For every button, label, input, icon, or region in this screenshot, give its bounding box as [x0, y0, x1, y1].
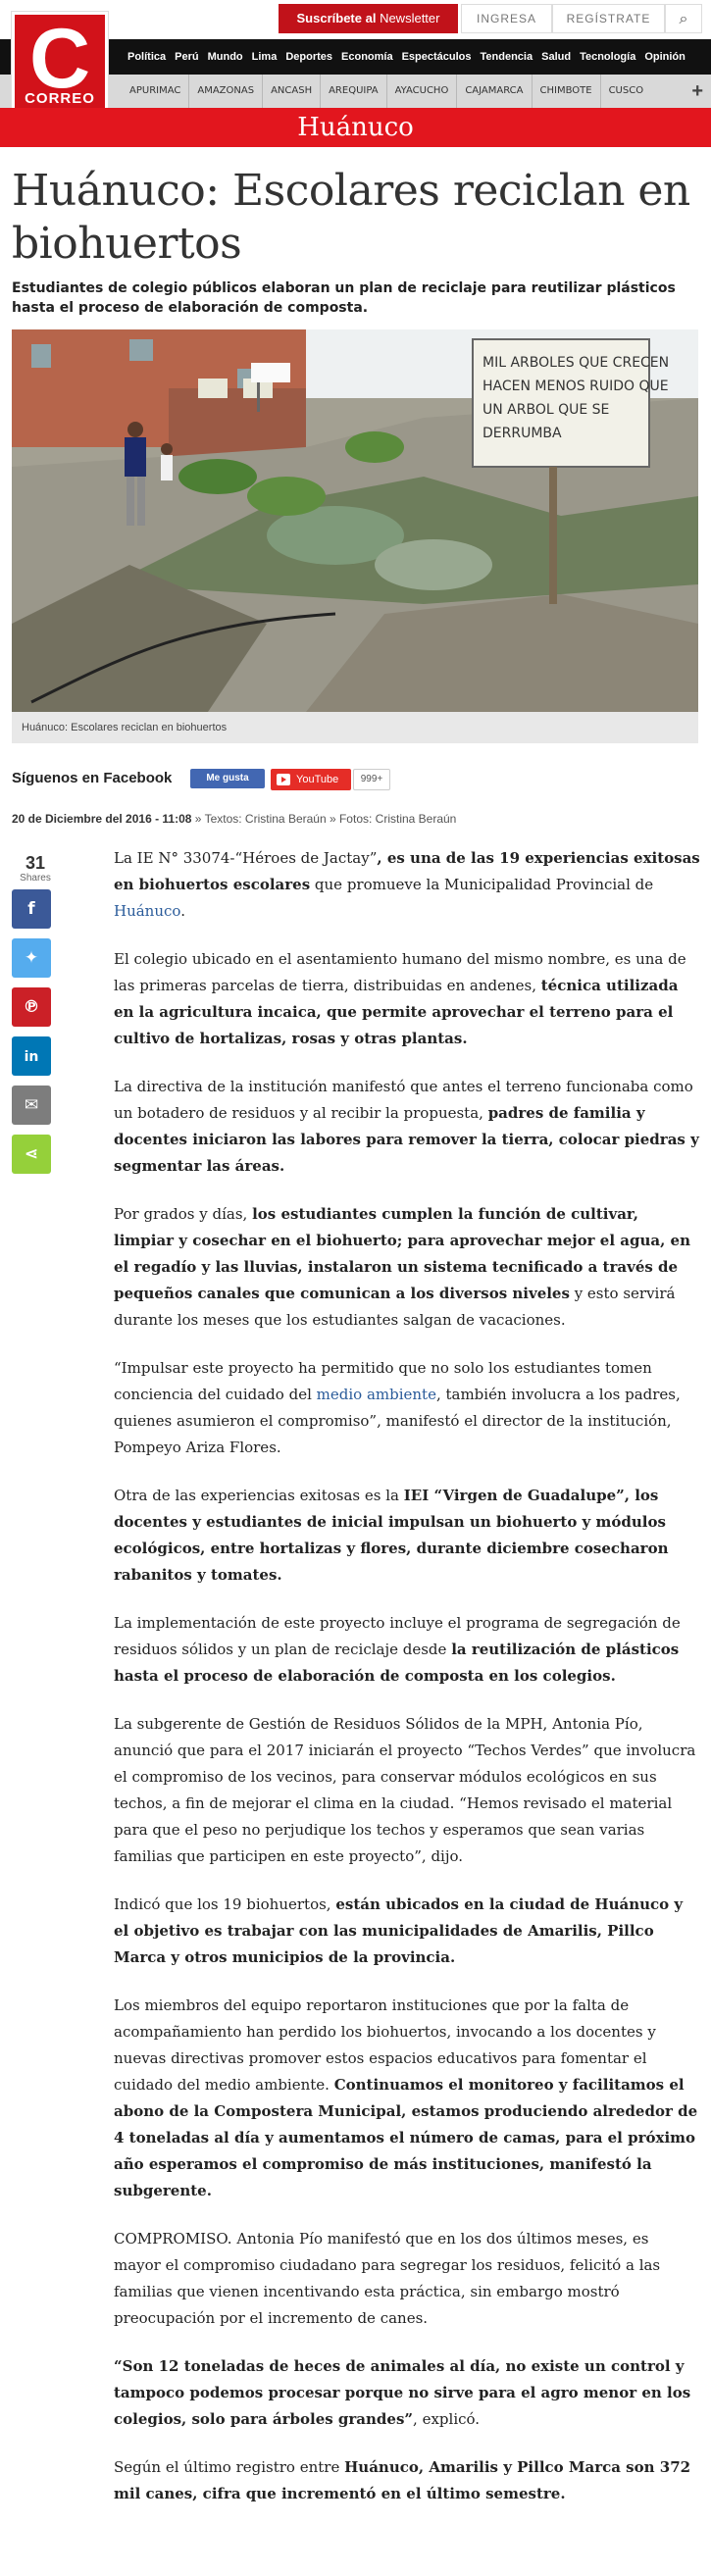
p1-text-2: que promueve la Municipalidad Provincial…: [310, 876, 654, 893]
p12-bold: “Son 12 toneladas de heces de animales a…: [114, 2357, 691, 2428]
region-item-ancash[interactable]: ANCASH: [262, 75, 320, 108]
p4-text: Por grados y días,: [114, 1205, 253, 1223]
youtube-button[interactable]: YouTube: [271, 769, 351, 790]
share-facebook-button[interactable]: f: [12, 889, 51, 929]
nav-item-tendencia[interactable]: Tendencia: [481, 39, 533, 75]
share-icon: ⋖: [24, 1144, 39, 1164]
newsletter-button[interactable]: Suscríbete al Newsletter: [279, 4, 458, 33]
nav-item-mundo[interactable]: Mundo: [208, 39, 243, 75]
p12-text: , explicó.: [413, 2410, 481, 2428]
region-item-apurimac[interactable]: APURIMAC: [122, 75, 188, 108]
photo-caption: Huánuco: Escolares reciclan en biohuerto…: [12, 712, 698, 743]
newsletter-label: Suscríbete al: [296, 11, 377, 25]
paragraph-1: La IE N° 33074-“Héroes de Jactay”, es un…: [114, 845, 700, 925]
email-icon: ✉: [24, 1095, 39, 1115]
huanuco-link[interactable]: Huánuco: [114, 902, 180, 920]
nav-item-peru[interactable]: Perú: [175, 39, 198, 75]
share-twitter-button[interactable]: ✦: [12, 938, 51, 978]
nav-item-opinion[interactable]: Opinión: [644, 39, 686, 75]
logo-letter: C: [28, 12, 91, 106]
section-bar: Huánuco: [0, 108, 711, 147]
nav-item-salud[interactable]: Salud: [541, 39, 571, 75]
paragraph-13: Según el último registro entre Huánuco, …: [114, 2454, 700, 2507]
more-regions-icon[interactable]: +: [691, 75, 703, 108]
region-item-ayacucho[interactable]: AYACUCHO: [385, 75, 457, 108]
share-more-button[interactable]: ⋖: [12, 1135, 51, 1174]
linkedin-icon: in: [24, 1049, 39, 1065]
article-photo: MIL ARBOLES QUE CRECEN HACEN MENOS RUIDO…: [12, 329, 698, 712]
share-count: 31: [25, 853, 46, 873]
youtube-label: YouTube: [296, 774, 339, 785]
region-item-chimbote[interactable]: CHIMBOTE: [531, 75, 600, 108]
garden-illustration: MIL ARBOLES QUE CRECEN HACEN MENOS RUIDO…: [12, 329, 698, 712]
newsletter-label-rest: Newsletter: [376, 11, 440, 25]
p1-text: La IE N° 33074-“Héroes de Jactay”: [114, 849, 378, 867]
facebook-icon: f: [27, 899, 35, 919]
register-link[interactable]: REGÍSTRATE: [552, 4, 665, 33]
share-email-button[interactable]: ✉: [12, 1086, 51, 1125]
paragraph-7: La implementación de este proyecto inclu…: [114, 1610, 700, 1690]
p10-bold: Continuamos el monitoreo y facilitamos e…: [114, 2076, 698, 2199]
share-pinterest-button[interactable]: ℗: [12, 987, 51, 1027]
share-count-label: Shares: [20, 873, 51, 884]
nav-item-politica[interactable]: Política: [127, 39, 166, 75]
p9-text: Indicó que los 19 biohuertos,: [114, 1895, 336, 1913]
svg-text:MIL ARBOLES QUE CRECEN: MIL ARBOLES QUE CRECEN: [482, 355, 669, 371]
svg-text:DERRUMBA: DERRUMBA: [482, 426, 562, 441]
twitter-icon: ✦: [24, 948, 39, 968]
paragraph-6: Otra de las experiencias exitosas es la …: [114, 1483, 700, 1589]
share-linkedin-button[interactable]: in: [12, 1036, 51, 1076]
youtube-count: 999+: [353, 769, 390, 790]
paragraph-2: El colegio ubicado en el asentamiento hu…: [114, 946, 700, 1052]
paragraph-8: La subgerente de Gestión de Residuos Sól…: [114, 1715, 696, 1865]
section-title[interactable]: Huánuco: [0, 108, 711, 147]
region-item-arequipa[interactable]: AREQUIPA: [320, 75, 385, 108]
site-logo[interactable]: C CORREO: [12, 12, 108, 114]
article-title: Huánuco: Escolares reciclan en biohuerto…: [12, 166, 690, 269]
nav-item-lima[interactable]: Lima: [252, 39, 278, 75]
pinterest-icon: ℗: [23, 997, 40, 1017]
paragraph-10: Los miembros del equipo reportaron insti…: [114, 1993, 700, 2204]
facebook-like-label: Me gusta: [206, 773, 249, 783]
medio-ambiente-link[interactable]: medio ambiente: [317, 1386, 436, 1403]
region-item-cusco[interactable]: CUSCO: [599, 75, 652, 108]
logo-word: CORREO: [25, 90, 95, 107]
svg-text:HACEN MENOS RUIDO QUE: HACEN MENOS RUIDO QUE: [482, 379, 669, 394]
article-date: 20 de Diciembre del 2016 - 11:08: [12, 812, 192, 826]
nav-item-deportes[interactable]: Deportes: [285, 39, 332, 75]
nav-item-tecnologia[interactable]: Tecnología: [580, 39, 635, 75]
paragraph-12: “Son 12 toneladas de heces de animales a…: [114, 2353, 700, 2433]
article-body: La IE N° 33074-“Héroes de Jactay”, es un…: [114, 845, 700, 2529]
article-credits: » Textos: Cristina Beraún » Fotos: Crist…: [191, 812, 457, 826]
facebook-like-button[interactable]: Me gusta: [190, 769, 265, 788]
article-byline: 20 de Diciembre del 2016 - 11:08 » Texto…: [12, 810, 456, 828]
p1-end: .: [180, 902, 185, 920]
region-item-cajamarca[interactable]: CAJAMARCA: [456, 75, 531, 108]
search-button[interactable]: ⌕: [665, 4, 702, 33]
login-link[interactable]: INGRESA: [461, 4, 552, 33]
paragraph-9: Indicó que los 19 biohuertos, están ubic…: [114, 1892, 700, 1971]
nav-item-espectaculos[interactable]: Espectáculos: [402, 39, 472, 75]
follow-facebook-label: Síguenos en Facebook: [12, 770, 173, 786]
article-lead: Estudiantes de colegio públicos elaboran…: [12, 280, 676, 316]
region-item-amazonas[interactable]: AMAZONAS: [188, 75, 262, 108]
svg-text:UN ARBOL QUE SE: UN ARBOL QUE SE: [482, 402, 609, 418]
search-icon: ⌕: [679, 9, 688, 27]
p6-text: Otra de las experiencias exitosas es la: [114, 1487, 404, 1504]
paragraph-3: La directiva de la institución manifestó…: [114, 1074, 700, 1180]
youtube-icon: [277, 774, 290, 785]
nav-item-economia[interactable]: Economía: [341, 39, 393, 75]
paragraph-5: “Impulsar este proyecto ha permitido que…: [114, 1355, 700, 1461]
p13-text: Según el último registro entre: [114, 2458, 345, 2476]
paragraph-11: COMPROMISO. Antonia Pío manifestó que en…: [114, 2230, 661, 2327]
paragraph-4: Por grados y días, los estudiantes cumpl…: [114, 1201, 700, 1334]
share-counter: 31 Shares: [12, 853, 59, 884]
